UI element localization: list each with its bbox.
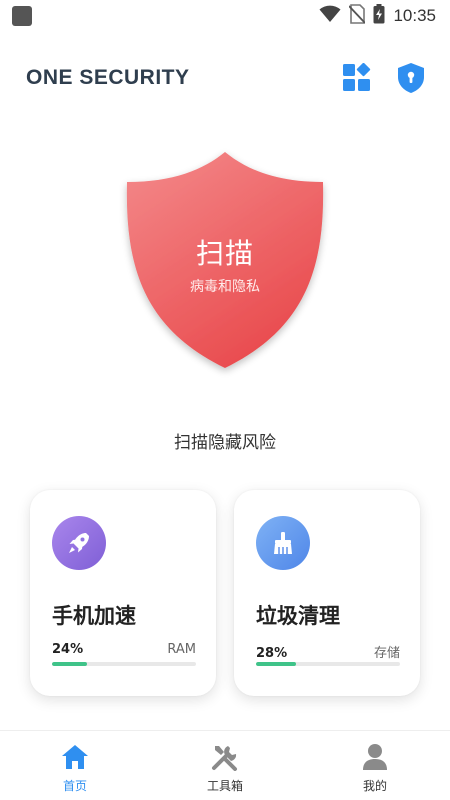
nav-label: 首页 (62, 779, 87, 793)
broom-icon-badge (256, 516, 310, 570)
card-percent: 24% (52, 642, 84, 657)
header-actions (340, 61, 428, 95)
profile-icon (361, 743, 389, 771)
ram-progress-fill (52, 662, 87, 666)
scan-shield-button[interactable]: 扫描 病毒和隐私 (117, 146, 333, 378)
rocket-icon-badge (52, 516, 106, 570)
nav-profile[interactable]: 我的 (315, 731, 435, 800)
scan-hint-text: 扫描隐藏风险 (174, 433, 276, 453)
card-stats: 24% RAM (52, 642, 196, 657)
status-time: 10:35 (393, 6, 436, 25)
main-screen: 10:35 ONE SECURITY 扫描 病毒和隐私 扫描隐藏风险 手机加速 … (0, 0, 450, 800)
rocket-icon (69, 533, 89, 553)
home-icon (61, 743, 89, 771)
nav-tools[interactable]: 工具箱 (165, 731, 285, 800)
shield-label: 扫描 病毒和隐私 (117, 146, 333, 378)
shield-lock-icon (398, 63, 424, 93)
app-title: ONE SECURITY (26, 66, 190, 89)
storage-progress-bar (256, 662, 400, 666)
tools-icon (211, 743, 239, 771)
phone-boost-card[interactable]: 手机加速 24% RAM (30, 490, 216, 696)
card-stats: 28% 存储 (256, 642, 400, 661)
apps-grid-button[interactable] (340, 61, 374, 95)
app-notification-icon (12, 6, 32, 26)
ram-progress-bar (52, 662, 196, 666)
card-title: 手机加速 (52, 604, 136, 628)
privacy-lock-button[interactable] (394, 61, 428, 95)
no-sim-icon (348, 4, 367, 28)
shield-title: 扫描 (195, 237, 254, 270)
broom-icon (274, 532, 292, 554)
shield-subtitle: 病毒和隐私 (190, 279, 260, 295)
card-unit: 存储 (373, 646, 400, 661)
nav-home[interactable]: 首页 (15, 731, 135, 800)
app-header: ONE SECURITY (0, 56, 450, 100)
storage-progress-fill (256, 662, 297, 666)
card-unit: RAM (167, 642, 196, 657)
wifi-icon (319, 5, 341, 27)
status-bar: 10:35 (0, 0, 450, 32)
card-title: 垃圾清理 (256, 604, 340, 628)
junk-clean-card[interactable]: 垃圾清理 28% 存储 (234, 490, 420, 696)
battery-charging-icon (373, 4, 385, 28)
grid-apps-icon (343, 63, 371, 91)
nav-label: 工具箱 (206, 779, 243, 793)
card-percent: 28% (256, 646, 288, 661)
nav-label: 我的 (362, 779, 387, 793)
bottom-nav: 首页 工具箱 我的 (0, 730, 450, 800)
